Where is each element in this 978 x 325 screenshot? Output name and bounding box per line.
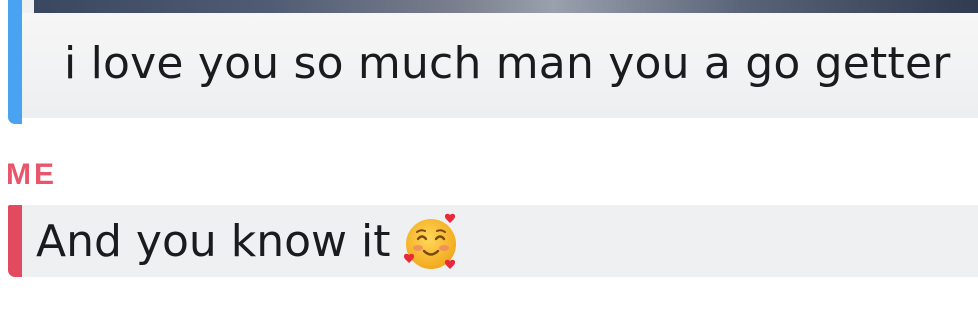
sender-label: ME — [6, 158, 57, 191]
reply-message-text: i love you so much man you a go getter — [64, 38, 951, 89]
story-thumbnail[interactable] — [34, 0, 978, 13]
smiling-face-with-hearts-icon — [400, 211, 462, 273]
message-accent-bar — [8, 205, 22, 277]
chat-thread: i love you so much man you a go getter M… — [0, 0, 978, 325]
chat-message[interactable]: And you know it — [8, 205, 978, 277]
message-bubble[interactable]: And you know it — [22, 205, 978, 277]
reply-accent-bar — [8, 0, 22, 124]
story-reply-message[interactable]: i love you so much man you a go getter — [8, 0, 978, 124]
message-text: And you know it — [36, 216, 391, 267]
reply-card[interactable]: i love you so much man you a go getter — [22, 0, 978, 118]
